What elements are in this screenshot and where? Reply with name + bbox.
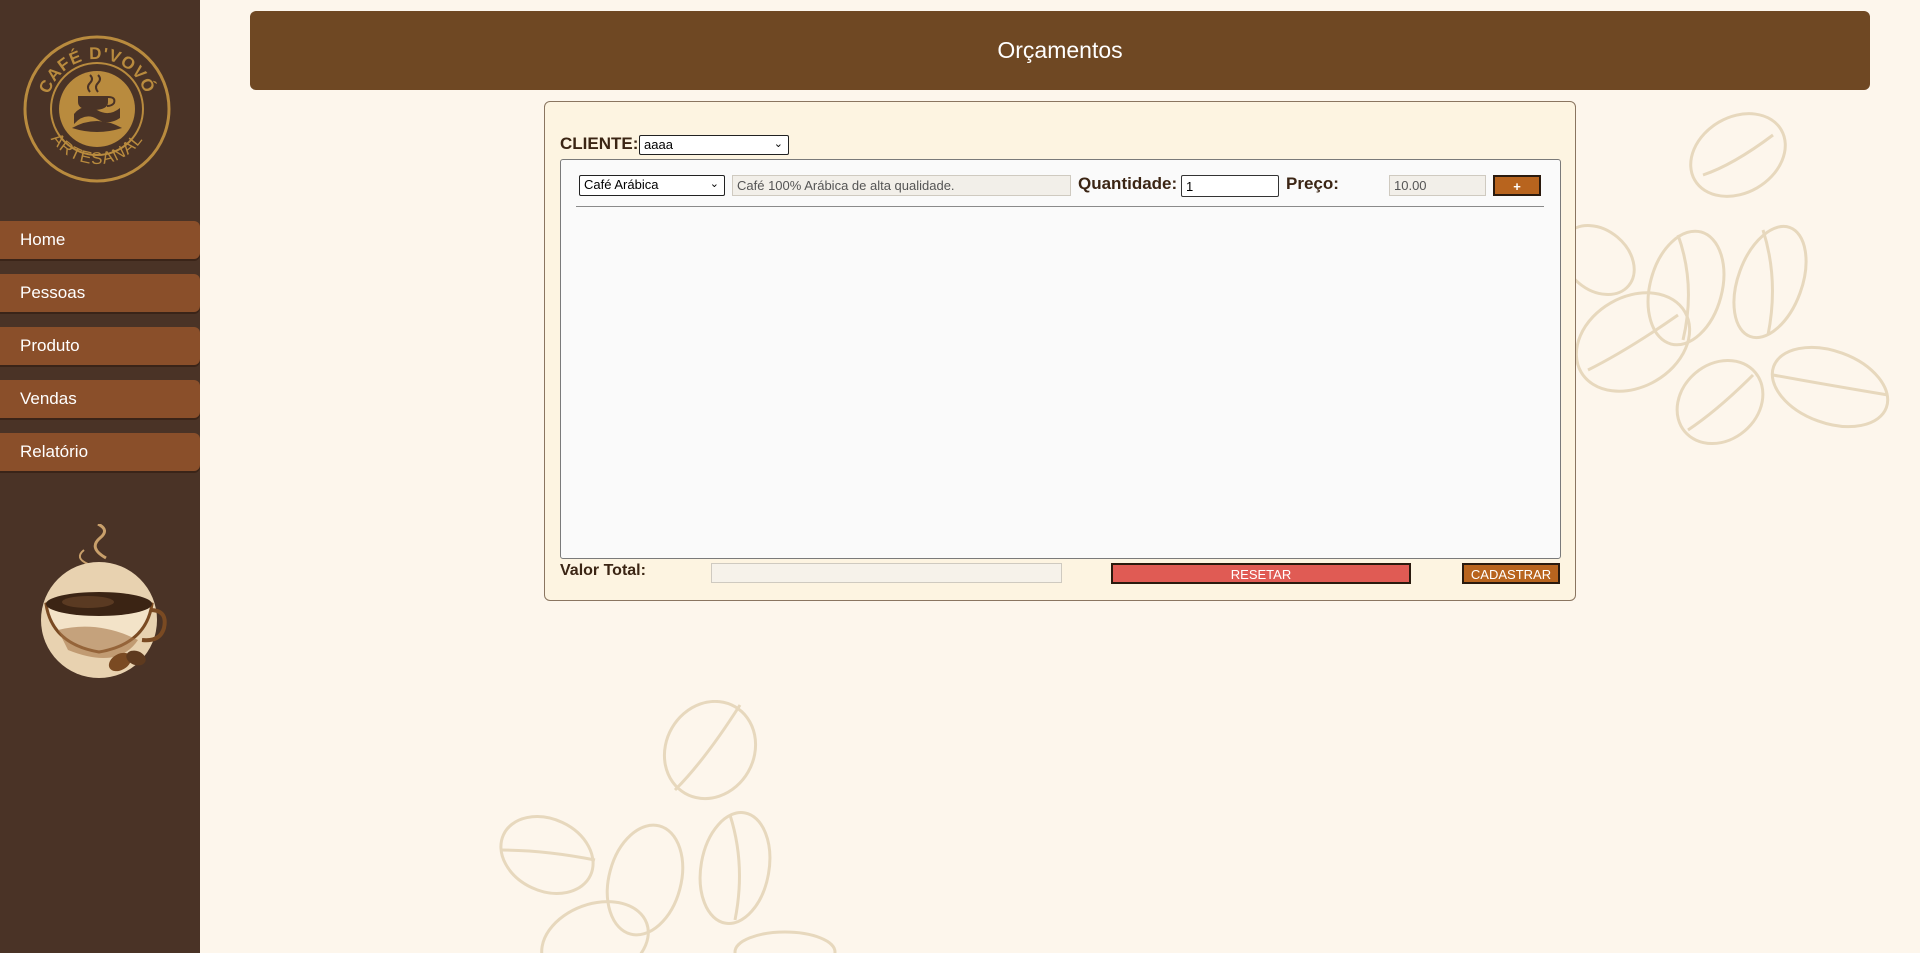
nav-item-vendas[interactable]: Vendas (0, 380, 200, 418)
coffee-beans-decoration (1568, 112, 1890, 445)
chevron-down-icon: ⌄ (773, 138, 783, 150)
cliente-select-value: aaaa (644, 137, 673, 152)
nav-item-produto[interactable]: Produto (0, 327, 200, 365)
resetar-button[interactable]: RESETAR (1111, 563, 1411, 584)
cafe-dvovo-logo-icon[interactable]: CAFÉ D'VOVÓ ARTESANAL (22, 34, 172, 184)
itens-container: Café Arábica ⌄ Café 100% Arábica de alta… (560, 159, 1561, 559)
valor-total-label: Valor Total: (560, 562, 646, 579)
orcamento-form: CLIENTE: aaaa ⌄ Café Arábica ⌄ Café 100%… (544, 101, 1576, 601)
preco-field[interactable]: 10.00 (1389, 175, 1486, 196)
cliente-label: CLIENTE: (560, 134, 639, 153)
valor-total-field[interactable] (711, 563, 1062, 583)
produto-select-value: Café Arábica (584, 177, 659, 192)
coffee-beans-decoration (499, 700, 837, 953)
divider (576, 206, 1544, 207)
page-header: Orçamentos (250, 11, 1870, 90)
nav-item-home[interactable]: Home (0, 221, 200, 259)
sidebar: CAFÉ D'VOVÓ ARTESANAL Home Pessoas Produ… (0, 0, 200, 953)
produto-select[interactable]: Café Arábica ⌄ (579, 175, 725, 196)
coffee-cup-icon (41, 524, 167, 678)
add-item-button[interactable]: + (1493, 175, 1541, 196)
quantidade-label: Quantidade: (1078, 174, 1178, 193)
quantidade-input[interactable]: 1 (1181, 175, 1279, 197)
cliente-select[interactable]: aaaa ⌄ (639, 135, 789, 155)
nav-item-relatorio[interactable]: Relatório (0, 433, 200, 471)
descricao-field[interactable]: Café 100% Arábica de alta qualidade. (732, 175, 1071, 196)
preco-label: Preço: (1286, 174, 1339, 193)
page-title: Orçamentos (997, 37, 1123, 63)
chevron-down-icon: ⌄ (709, 178, 719, 190)
cadastrar-button[interactable]: CADASTRAR (1462, 563, 1560, 584)
nav-item-pessoas[interactable]: Pessoas (0, 274, 200, 312)
